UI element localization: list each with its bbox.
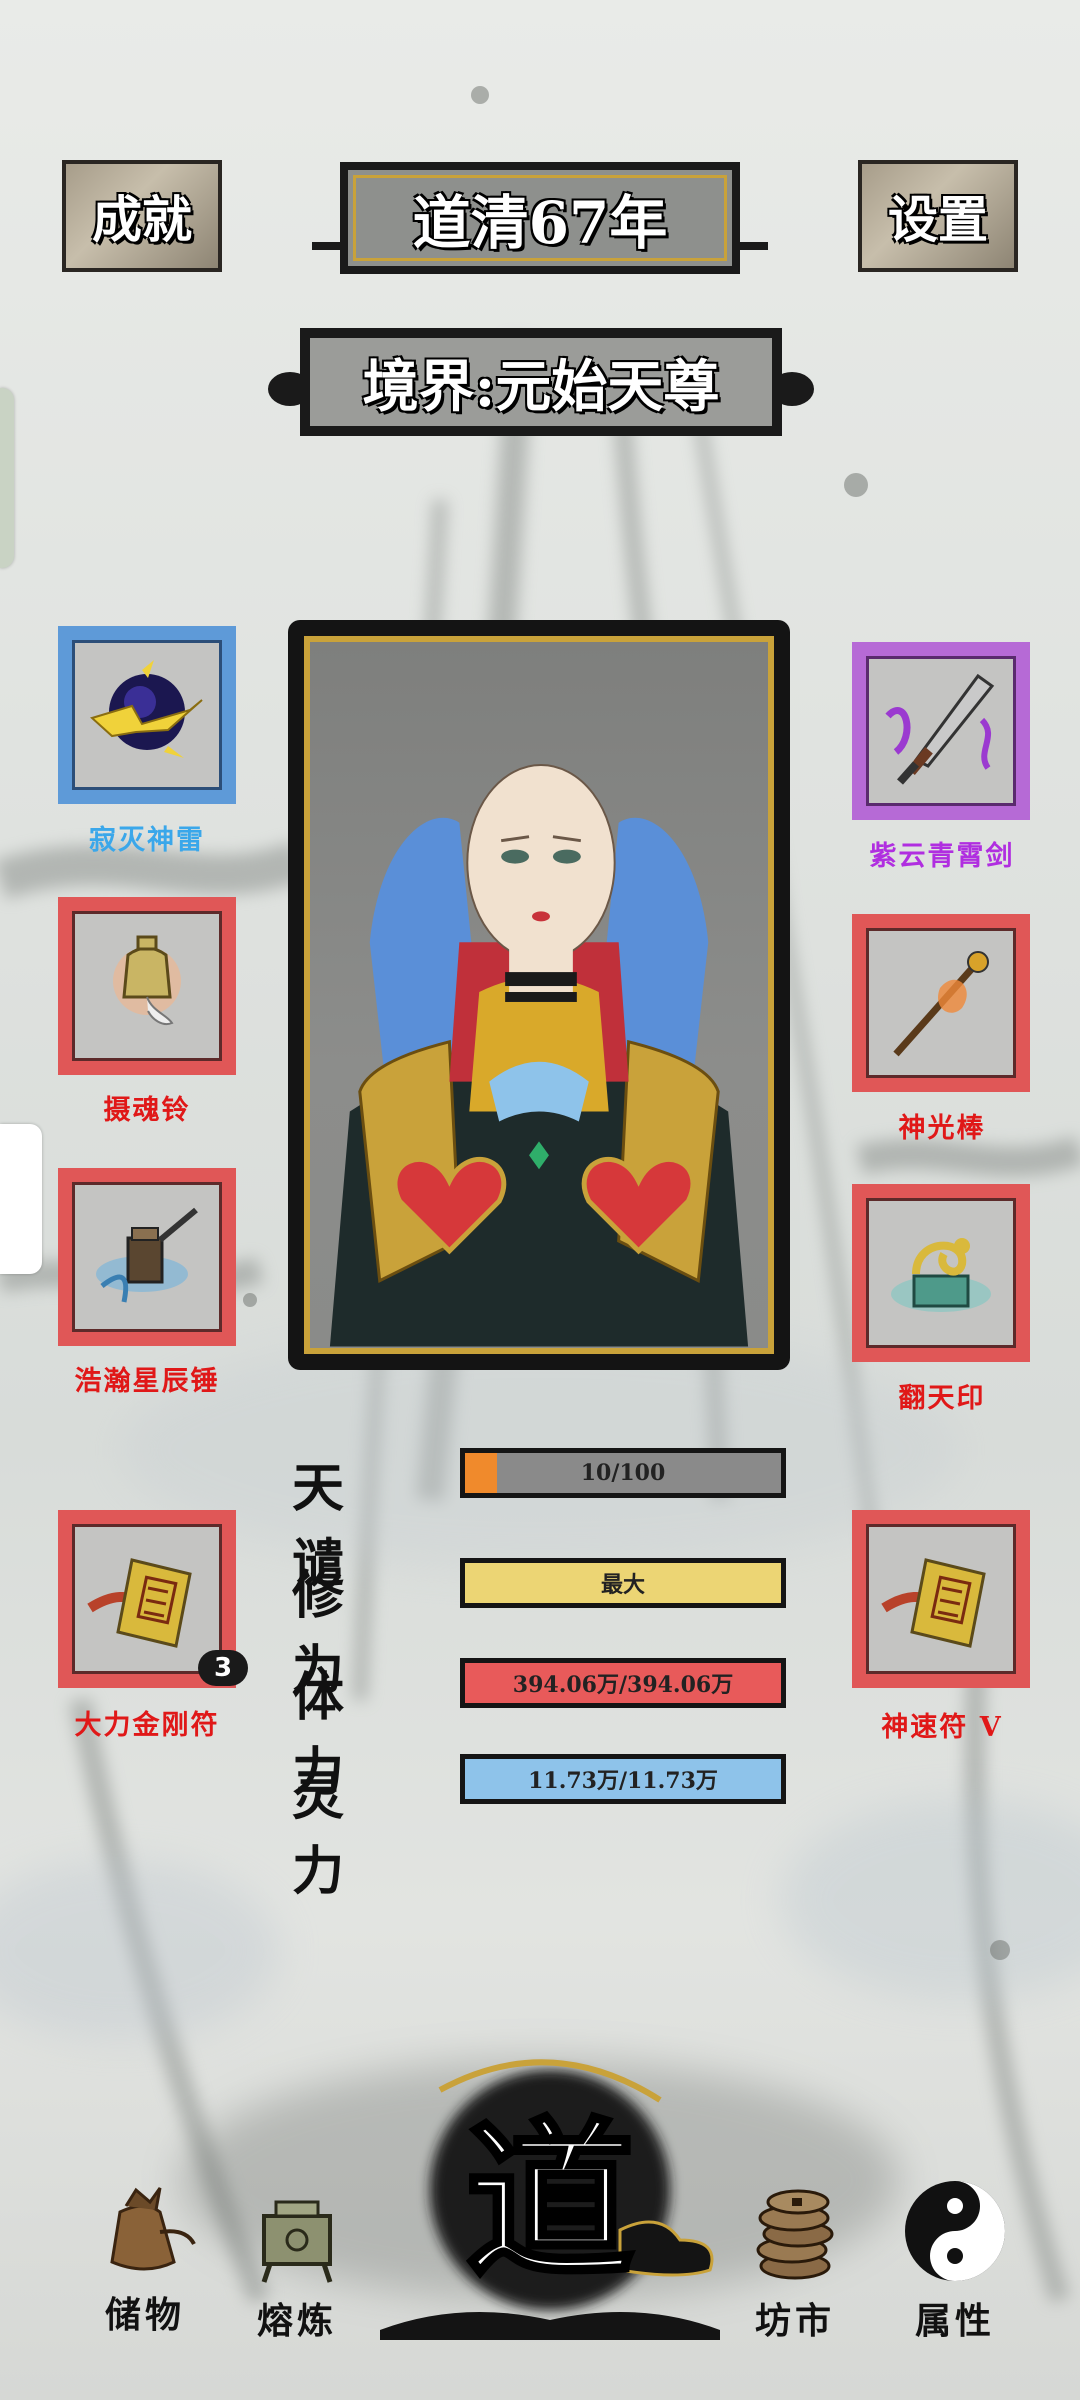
equip-name-right-4: 神速符 V <box>881 1712 1003 1743</box>
dao-character: 道 <box>465 2101 635 2301</box>
dao-emblem: 道 <box>380 2059 720 2340</box>
nav-attributes-label: 属性 <box>914 2300 995 2342</box>
sword-icon <box>885 673 995 785</box>
soul-bell-icon <box>113 935 181 1025</box>
yin-yang-icon <box>905 2181 1005 2281</box>
equip-slot-left-3[interactable] <box>58 1168 236 1346</box>
equip-slot-right-3[interactable] <box>852 1184 1030 1362</box>
year-plaque: 道清67年 <box>340 162 740 274</box>
staff-icon <box>893 951 989 1057</box>
year-label: 道清67年 <box>412 189 668 257</box>
talisman-icon <box>881 1558 986 1648</box>
dragon-seal-icon <box>891 1238 991 1312</box>
equip-slot-right-2[interactable] <box>852 914 1030 1092</box>
character-portrait <box>304 636 774 1354</box>
equip-name-right-1: 紫云青霄剑 <box>869 841 1015 872</box>
stat-value-stamina: 394.06万/394.06万 <box>512 1672 734 1698</box>
achievements-label: 成就 <box>92 190 192 249</box>
stat-label-stamina: 体力 <box>292 1667 359 1803</box>
equip-name-left-4: 大力金刚符 <box>74 1710 220 1741</box>
nav-smelt-label: 熔炼 <box>256 2300 337 2342</box>
star-hammer-icon <box>96 1207 198 1303</box>
equip-name-right-2: 神光棒 <box>898 1113 986 1144</box>
equip-name-right-3: 翻天印 <box>898 1383 986 1414</box>
nav-smelt[interactable]: 熔炼 <box>222 2186 372 2344</box>
nav-dao[interactable]: 道 <box>380 2040 720 2360</box>
stat-label-cultivation: 修为 <box>292 1565 359 1701</box>
settings-button[interactable]: 设置 <box>858 160 1018 272</box>
character-avatar <box>329 764 749 1347</box>
character-portrait-frame[interactable] <box>288 620 790 1370</box>
realm-label: 境界:元始天尊 <box>362 353 720 420</box>
achievements-button[interactable]: 成就 <box>62 160 222 272</box>
stat-value-spirit: 11.73万/11.73万 <box>528 1768 718 1794</box>
stat-bar-spirit: 11.73万/11.73万 <box>460 1754 786 1804</box>
item-count-badge: 3 <box>198 1650 248 1686</box>
nav-storage-label: 储物 <box>104 2294 185 2336</box>
stat-label-spirit: 灵力 <box>292 1766 359 1902</box>
equip-slot-left-2[interactable] <box>58 897 236 1075</box>
nav-market-label: 坊市 <box>754 2300 835 2342</box>
realm-plaque: 境界:元始天尊 <box>300 328 782 436</box>
settings-label: 设置 <box>888 190 988 249</box>
equip-slot-right-1[interactable] <box>852 642 1030 820</box>
cauldron-icon <box>261 2200 333 2283</box>
talisman-icon <box>87 1558 192 1648</box>
left-edge-tab-middle[interactable] <box>0 1124 42 1274</box>
nav-attributes[interactable]: 属性 <box>880 2176 1030 2344</box>
equip-slot-right-4[interactable] <box>852 1510 1030 1688</box>
nav-market[interactable]: 坊市 <box>720 2176 870 2344</box>
left-edge-tab-top[interactable] <box>0 388 14 568</box>
stat-bar-cultivation: 最大 <box>460 1558 786 1608</box>
stat-label-tianqian: 天谴 <box>292 1458 359 1594</box>
coin-stack-icon <box>756 2189 834 2280</box>
stat-bar-stamina: 394.06万/394.06万 <box>460 1658 786 1708</box>
stat-bar-tianqian: 10/100 <box>460 1448 786 1498</box>
equip-name-left-1: 寂灭神雷 <box>89 825 205 856</box>
nav-storage[interactable]: 储物 <box>70 2172 220 2338</box>
stat-value-tianqian: 10/100 <box>580 1460 666 1486</box>
stat-value-cultivation: 最大 <box>600 1572 645 1598</box>
thunder-orb-icon <box>90 660 203 758</box>
pouch-icon <box>110 2187 196 2271</box>
equip-slot-left-1[interactable] <box>58 626 236 804</box>
equip-name-left-2: 摄魂铃 <box>103 1095 191 1126</box>
equip-name-left-3: 浩瀚星辰锤 <box>74 1366 220 1397</box>
